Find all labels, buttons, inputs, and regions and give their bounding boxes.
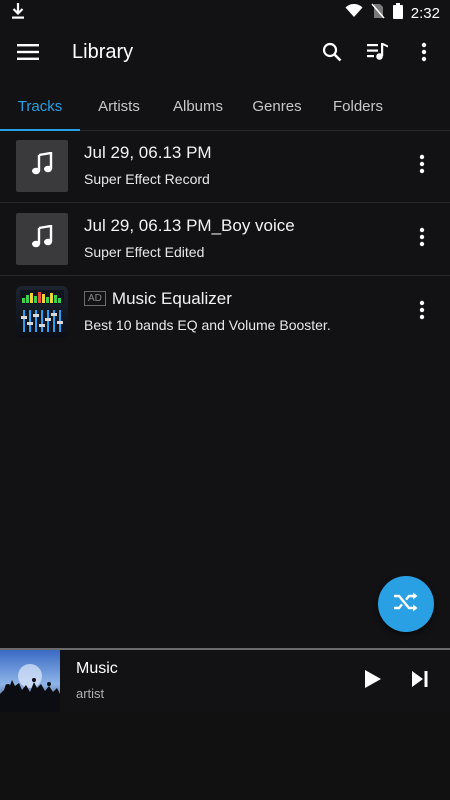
track-title: Jul 29, 06.13 PM — [84, 143, 212, 162]
tab-genres[interactable]: Genres — [238, 82, 316, 130]
track-thumbnail — [16, 140, 68, 192]
skip-next-button[interactable] — [405, 666, 435, 696]
ad-row[interactable]: AD Music Equalizer Best 10 bands EQ and V… — [0, 276, 450, 349]
ad-title-line: AD Music Equalizer — [84, 289, 232, 309]
track-more-button[interactable] — [408, 152, 436, 180]
overflow-menu-button[interactable] — [408, 38, 440, 70]
battery-icon — [392, 2, 403, 24]
tab-artists[interactable]: Artists — [80, 82, 158, 130]
now-playing-title: Music — [76, 660, 118, 677]
shuffle-icon — [393, 591, 419, 618]
status-time: 2:32 — [410, 4, 440, 22]
play-icon — [364, 669, 382, 694]
music-note-icon — [30, 224, 54, 254]
ad-badge: AD — [84, 291, 106, 306]
track-more-button[interactable] — [408, 225, 436, 253]
library-tabs: Tracks Artists Albums Genres Folders — [0, 82, 450, 131]
app-bar: Library — [0, 26, 450, 82]
track-list: Jul 29, 06.13 PM Super Effect Record Jul… — [0, 130, 450, 349]
menu-icon — [17, 43, 39, 65]
track-subtitle: Super Effect Edited — [84, 244, 205, 260]
ad-more-button[interactable] — [408, 298, 436, 326]
page-title: Library — [72, 41, 134, 63]
equalizer-app-icon — [16, 286, 68, 338]
download-icon — [10, 2, 26, 25]
skip-next-icon — [411, 670, 429, 693]
track-title: Jul 29, 06.13 PM_Boy voice — [84, 216, 295, 235]
track-row[interactable]: Jul 29, 06.13 PM Super Effect Record — [0, 130, 450, 203]
shuffle-button[interactable] — [378, 576, 434, 632]
track-row[interactable]: Jul 29, 06.13 PM_Boy voice Super Effect … — [0, 203, 450, 276]
wifi-icon — [345, 3, 363, 23]
tab-folders[interactable]: Folders — [316, 82, 400, 130]
more-vert-icon — [419, 227, 425, 252]
ad-title: Music Equalizer — [111, 289, 232, 308]
more-vert-icon — [419, 300, 425, 325]
more-vert-icon — [421, 42, 427, 67]
no-sim-icon — [371, 3, 385, 24]
status-bar: 2:32 — [0, 0, 450, 26]
track-thumbnail — [16, 213, 68, 265]
tab-tracks[interactable]: Tracks — [0, 82, 80, 131]
play-button[interactable] — [358, 666, 388, 696]
menu-button[interactable] — [14, 40, 42, 68]
album-art[interactable] — [0, 650, 60, 712]
music-note-icon — [30, 151, 54, 181]
screen: 2:32 Library Tracks Artists Albums Genre… — [0, 0, 450, 800]
search-icon — [322, 42, 342, 67]
queue-music-icon — [367, 42, 389, 67]
queue-button[interactable] — [362, 38, 394, 70]
track-subtitle: Super Effect Record — [84, 171, 210, 187]
search-button[interactable] — [316, 38, 348, 70]
now-playing-artist: artist — [76, 686, 105, 701]
more-vert-icon — [419, 154, 425, 179]
ad-subtitle: Best 10 bands EQ and Volume Booster. — [84, 317, 331, 333]
tab-albums[interactable]: Albums — [158, 82, 238, 130]
empty-area — [0, 712, 450, 800]
mini-player[interactable]: Music artist — [0, 648, 450, 712]
